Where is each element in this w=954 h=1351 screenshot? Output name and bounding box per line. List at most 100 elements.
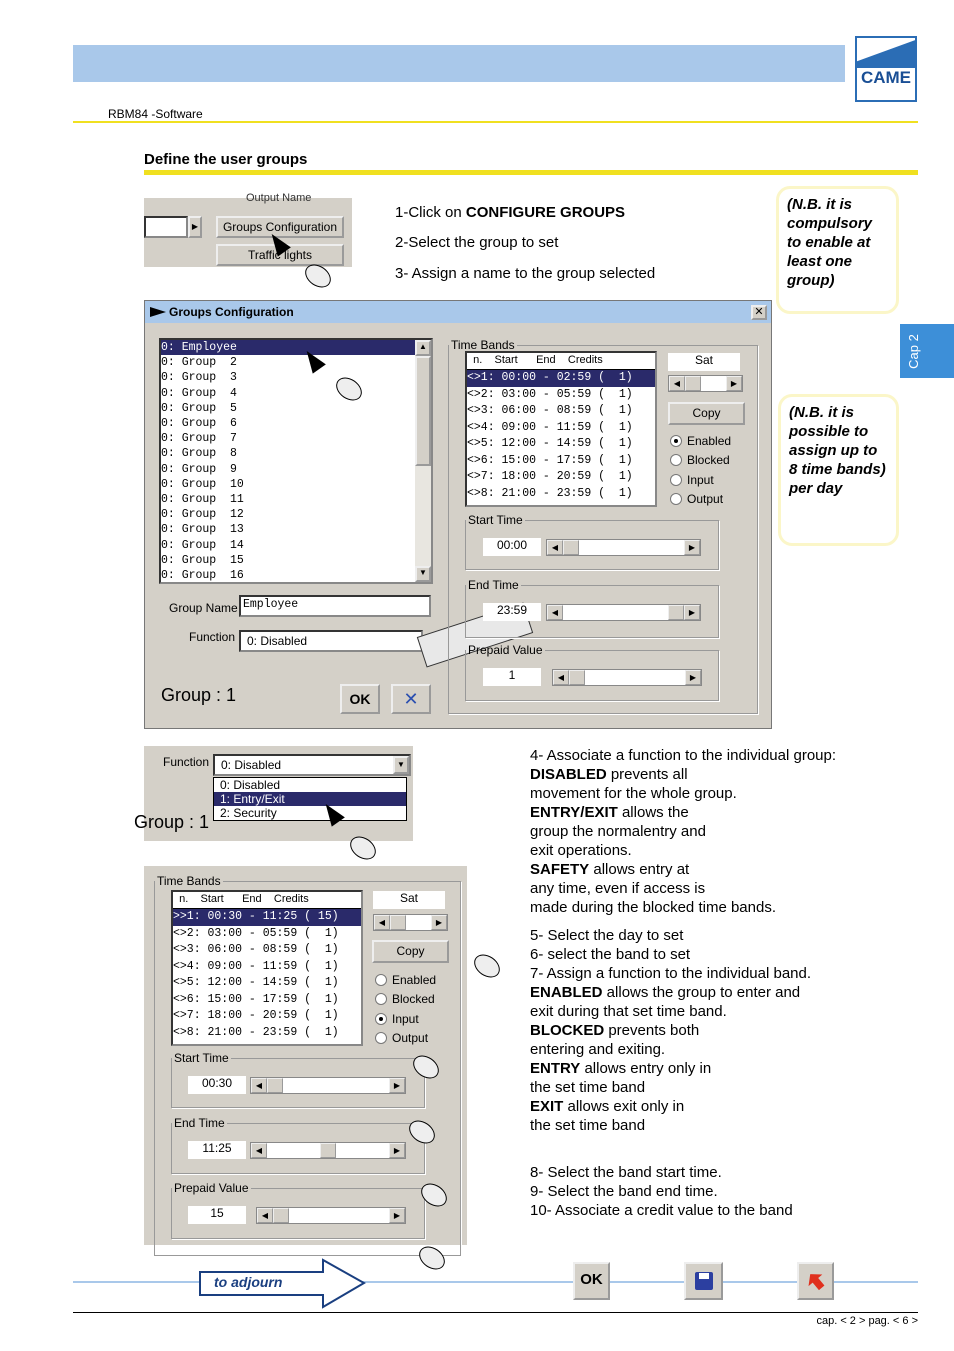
radio-blocked[interactable]: Blocked <box>670 451 731 471</box>
step-line: movement for the whole group. <box>530 785 737 802</box>
step-line: 10- Associate a credit value to the band <box>530 1202 793 1219</box>
band-row[interactable]: <>1: 00:00 - 02:59 ( 1) <box>467 370 655 387</box>
end-time-slider[interactable]: ◀ ▶ <box>250 1142 406 1159</box>
group-item[interactable]: 0: Group 8 <box>161 446 415 461</box>
step-line: ENTRY/EXIT allows the <box>530 804 689 821</box>
close-button[interactable]: ✕ <box>751 305 767 320</box>
band-row[interactable]: <>3: 06:00 - 08:59 ( 1) <box>467 403 655 420</box>
band-row[interactable]: <>4: 09:00 - 11:59 ( 1) <box>467 420 655 437</box>
radio-input[interactable]: Input <box>670 470 731 490</box>
band-row[interactable]: <>2: 03:00 - 05:59 ( 1) <box>467 387 655 404</box>
band-row[interactable]: <>7: 18:00 - 20:59 ( 1) <box>467 469 655 486</box>
group-item[interactable]: 0: Group 14 <box>161 538 415 553</box>
prepaid-slider[interactable]: ◀ ▶ <box>256 1207 406 1224</box>
dropdown-arrow[interactable]: ▶ <box>188 216 202 238</box>
step-2: 2-Select the group to set <box>395 234 559 251</box>
group-item[interactable]: 0: Group 2 <box>161 355 415 370</box>
group-item[interactable]: 0: Group 13 <box>161 522 415 537</box>
band-row[interactable]: >>1: 00:30 - 11:25 ( 15) <box>173 909 361 926</box>
group-item[interactable]: 0: Group 6 <box>161 416 415 431</box>
function-options: 0: Disabled 1: Entry/Exit 2: Security <box>213 777 407 821</box>
band-row[interactable]: <>8: 21:00 - 23:59 ( 1) <box>467 486 655 503</box>
ok-button[interactable]: OK <box>573 1262 610 1300</box>
step-line: made during the blocked time bands. <box>530 899 776 916</box>
scrollbar[interactable]: ▲ ▼ <box>415 340 431 582</box>
step-line: the set time band <box>530 1117 646 1134</box>
save-button[interactable] <box>684 1262 723 1300</box>
group-item[interactable]: 0: Group 5 <box>161 401 415 416</box>
adjourn-label[interactable]: to adjourn <box>214 1274 282 1290</box>
group-name-input[interactable]: Employee <box>239 595 431 617</box>
radio-icon <box>670 434 682 447</box>
group-item[interactable]: 0: Group 3 <box>161 370 415 385</box>
band-row[interactable]: <>5: 12:00 - 14:59 ( 1) <box>467 436 655 453</box>
radio-blocked[interactable]: Blocked <box>375 990 436 1010</box>
step-line: group the normalentry and <box>530 823 706 840</box>
radio-enabled[interactable]: Enabled <box>670 431 731 451</box>
footer-rule <box>73 1312 918 1313</box>
group-item[interactable]: 0: Group 9 <box>161 462 415 477</box>
band-row[interactable]: <>6: 15:00 - 17:59 ( 1) <box>467 453 655 470</box>
prepaid-value: 1 <box>483 668 541 686</box>
step-line: DISABLED prevents all <box>530 766 688 783</box>
day-scrollbar[interactable]: ◀ ▶ <box>668 375 743 392</box>
group-list[interactable]: 0: Employee 0: Group 2 0: Group 3 0: Group … <box>159 338 433 584</box>
floppy-disk-icon <box>694 1272 713 1290</box>
group-item[interactable]: 0: Employee <box>161 340 415 356</box>
scroll-thumb[interactable] <box>415 356 431 466</box>
function-select[interactable]: 0: Disabled <box>239 630 423 652</box>
day-display: Sat <box>373 891 445 909</box>
band-row[interactable]: <>4: 09:00 - 11:59 ( 1) <box>173 959 361 976</box>
band-row[interactable]: <>3: 06:00 - 08:59 ( 1) <box>173 942 361 959</box>
start-time-slider[interactable]: ◀ ▶ <box>250 1077 406 1094</box>
time-bands-list[interactable]: n. Start End Credits <>1: 00:00 - 02:59 … <box>465 351 657 507</box>
day-scrollbar[interactable]: ◀ ▶ <box>373 914 448 931</box>
yellow-rule <box>73 121 918 123</box>
cancel-button[interactable]: ✕ <box>391 684 431 714</box>
step-line: ENTRY allows entry only in <box>530 1060 712 1077</box>
time-bands-list[interactable]: n. Start End Credits >>1: 00:30 - 11:25 … <box>171 890 363 1046</box>
app-icon <box>150 307 166 317</box>
title-bar: Groups Configuration ✕ <box>145 301 771 323</box>
band-row[interactable]: <>6: 15:00 - 17:59 ( 1) <box>173 992 361 1009</box>
option-entry-exit[interactable]: 1: Entry/Exit <box>214 792 406 806</box>
option-disabled[interactable]: 0: Disabled <box>214 778 406 792</box>
group-item[interactable]: 0: Group 7 <box>161 431 415 446</box>
step-3: 3- Assign a name to the group selected <box>395 265 656 282</box>
exit-button[interactable] <box>797 1262 834 1300</box>
output-name-button[interactable]: Output Name <box>246 192 311 204</box>
radio-output[interactable]: Output <box>670 490 731 510</box>
prepaid-slider[interactable]: ◀ ▶ <box>552 669 702 686</box>
radio-input[interactable]: Input <box>375 1009 436 1029</box>
scroll-down[interactable]: ▼ <box>415 566 431 582</box>
radio-output[interactable]: Output <box>375 1029 436 1049</box>
step-line: SAFETY allows entry at <box>530 861 690 878</box>
group-item[interactable]: 0: Group 4 <box>161 386 415 401</box>
group-item[interactable]: 0: Group 15 <box>161 553 415 568</box>
dropdown-arrow[interactable]: ▼ <box>393 756 409 774</box>
end-time-value: 23:59 <box>483 603 541 621</box>
group-item[interactable]: 0: Group 12 <box>161 507 415 522</box>
radio-icon <box>375 993 387 1006</box>
end-time-slider[interactable]: ◀ ▶ <box>546 604 701 621</box>
note-compulsory: (N.B. it is compulsory to enable at leas… <box>776 186 899 314</box>
function-dropdown[interactable]: 0: Disabled ▼ <box>213 754 411 776</box>
group-item[interactable]: 0: Group 10 <box>161 477 415 492</box>
option-security[interactable]: 2: Security <box>214 806 406 820</box>
cap-tab: Cap 2 <box>900 324 954 378</box>
band-row[interactable]: <>8: 21:00 - 23:59 ( 1) <box>173 1025 361 1042</box>
copy-button[interactable]: Copy <box>372 940 449 963</box>
scroll-up[interactable]: ▲ <box>415 340 431 356</box>
band-row[interactable]: <>5: 12:00 - 14:59 ( 1) <box>173 975 361 992</box>
note-time-bands: (N.B. it is possible to assign up to 8 t… <box>778 394 899 546</box>
start-time-slider[interactable]: ◀ ▶ <box>546 539 701 556</box>
group-item[interactable]: 0: Group 16 <box>161 568 415 582</box>
band-row[interactable]: <>7: 18:00 - 20:59 ( 1) <box>173 1008 361 1025</box>
band-row[interactable]: <>2: 03:00 - 05:59 ( 1) <box>173 926 361 943</box>
radio-enabled[interactable]: Enabled <box>375 970 436 990</box>
step-line: 9- Select the band end time. <box>530 1183 718 1200</box>
copy-button[interactable]: Copy <box>668 402 745 425</box>
ok-button[interactable]: OK <box>340 684 380 714</box>
step-line: the set time band <box>530 1079 646 1096</box>
group-item[interactable]: 0: Group 11 <box>161 492 415 507</box>
